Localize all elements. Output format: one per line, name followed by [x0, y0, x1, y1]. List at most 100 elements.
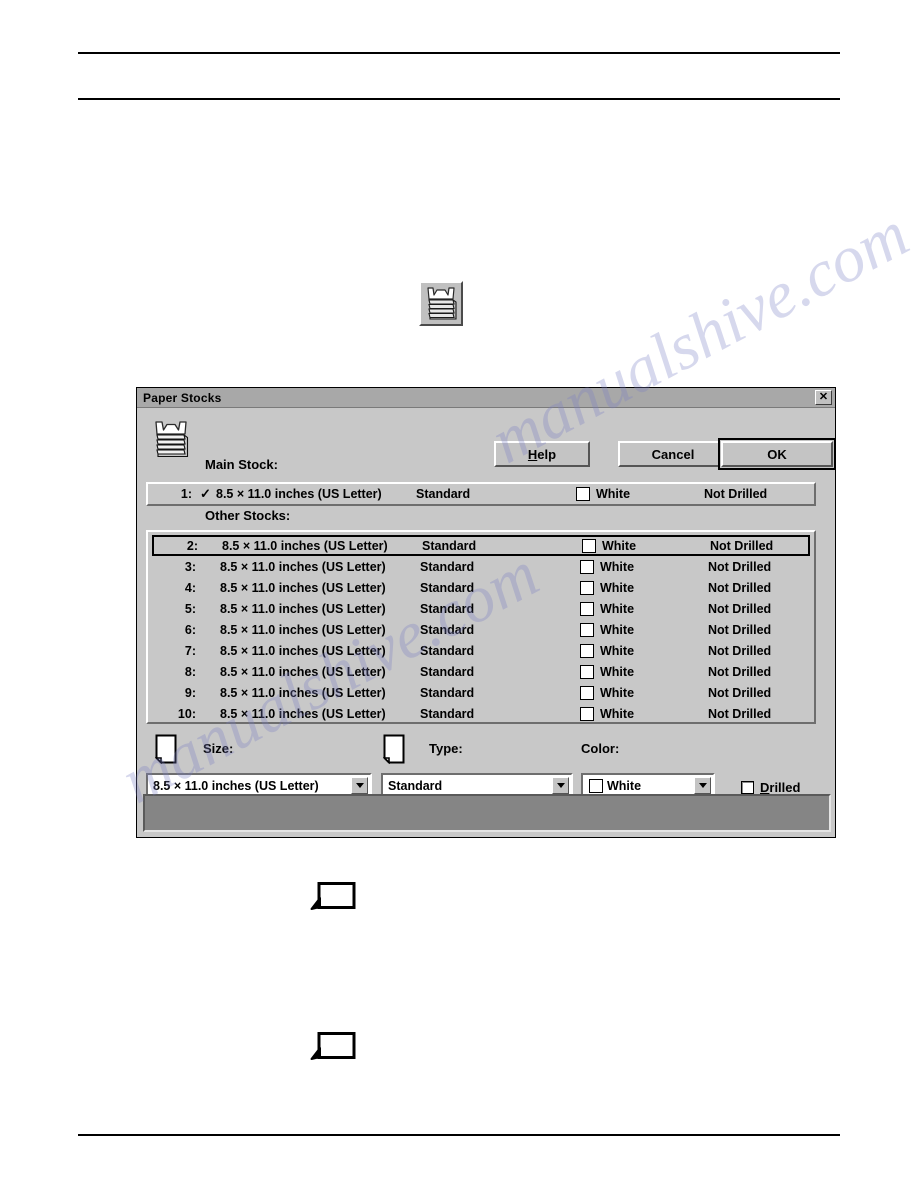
stock-number: 7: [184, 643, 196, 658]
stock-attribute-controls: Size: Type: Color: 8.5 × 11.0 inches (US… [137, 731, 835, 799]
color-swatch-icon [580, 643, 594, 658]
stock-color: White [600, 601, 635, 616]
table-row[interactable]: 7: 8.5 × 11.0 inches (US Letter) Standard W… [152, 640, 810, 661]
callout-note-1 [310, 882, 356, 912]
color-swatch-icon [580, 622, 594, 637]
main-stock-drilled: Not Drilled [704, 487, 768, 501]
table-row[interactable]: 6: 8.5 × 11.0 inches (US Letter) Standard W… [152, 619, 810, 640]
color-combobox-value: White [607, 778, 642, 793]
dialog-titlebar[interactable]: Paper Stocks ✕ [137, 388, 835, 408]
header-rule-bottom [78, 98, 840, 100]
stock-drilled: Not Drilled [708, 580, 772, 595]
stock-drilled: Not Drilled [708, 643, 772, 658]
stock-number: 8: [184, 664, 196, 679]
table-row[interactable]: 8: 8.5 × 11.0 inches (US Letter) Standard W… [152, 661, 810, 682]
stock-drilled: Not Drilled [708, 559, 772, 574]
stock-drilled: Not Drilled [708, 622, 772, 637]
main-stock-number: 1: [180, 487, 192, 501]
stock-size: 8.5 × 11.0 inches (US Letter) [220, 685, 386, 700]
stock-color: White [600, 664, 635, 679]
help-button-label: Help [527, 446, 557, 462]
table-row[interactable]: 2: 8.5 × 11.0 inches (US Letter) Standard W… [152, 535, 810, 556]
chevron-down-icon[interactable] [351, 777, 368, 794]
callout-note-2 [310, 1032, 356, 1062]
color-swatch-icon [580, 580, 594, 595]
paper-stocks-dialog: Paper Stocks ✕ Main Stock: Help Cancel O… [136, 387, 836, 838]
stock-drilled: Not Drilled [708, 685, 772, 700]
stock-number: 5: [184, 601, 196, 616]
dialog-body: Main Stock: Help Cancel OK 1: ✓ 8.5 × 11… [137, 408, 836, 837]
color-swatch-icon [580, 664, 594, 679]
chevron-down-icon[interactable] [694, 777, 711, 794]
stock-type: Standard [420, 601, 475, 616]
ok-button-default-frame: OK [718, 438, 836, 470]
color-label: Color: [581, 741, 620, 756]
table-row[interactable]: 4: 8.5 × 11.0 inches (US Letter) Standard W… [152, 577, 810, 598]
close-icon[interactable]: ✕ [815, 390, 832, 405]
help-button[interactable]: Help [494, 441, 590, 467]
stock-color: White [600, 559, 635, 574]
stock-type: Standard [420, 622, 475, 637]
table-row[interactable]: 5: 8.5 × 11.0 inches (US Letter) Standard W… [152, 598, 810, 619]
page-size-icon [154, 734, 177, 765]
stock-drilled: Not Drilled [710, 538, 774, 553]
other-stocks-listbox[interactable]: 2: 8.5 × 11.0 inches (US Letter) Standard W… [146, 530, 816, 724]
color-swatch-icon [576, 487, 590, 501]
paper-stack-icon [153, 421, 189, 459]
table-row[interactable]: 9: 8.5 × 11.0 inches (US Letter) Standard W… [152, 682, 810, 703]
ok-button[interactable]: OK [721, 441, 833, 467]
main-stock-type: Standard [416, 487, 471, 501]
main-stock-row[interactable]: 1: ✓ 8.5 × 11.0 inches (US Letter) Stand… [146, 482, 816, 506]
stock-size: 8.5 × 11.0 inches (US Letter) [220, 580, 386, 595]
stock-number: 4: [184, 580, 196, 595]
paper-stack-icon [424, 286, 458, 321]
color-swatch-icon [580, 685, 594, 700]
stock-number: 9: [184, 685, 196, 700]
stock-drilled: Not Drilled [708, 664, 772, 679]
cancel-button[interactable]: Cancel [618, 441, 728, 467]
check-icon: ✓ [200, 486, 211, 501]
stock-color: White [600, 685, 635, 700]
main-stock-label: Main Stock: [205, 457, 278, 472]
stock-color: White [600, 706, 635, 721]
stock-size: 8.5 × 11.0 inches (US Letter) [220, 601, 386, 616]
stock-drilled: Not Drilled [708, 706, 772, 721]
paper-stocks-toolbar-button[interactable] [419, 281, 463, 326]
stock-color: White [602, 538, 637, 553]
header-rule-top [78, 52, 840, 54]
table-row[interactable]: 3: 8.5 × 11.0 inches (US Letter) Standard W… [152, 556, 810, 577]
stock-size: 8.5 × 11.0 inches (US Letter) [222, 538, 388, 553]
document-page: Paper Stocks ✕ Main Stock: Help Cancel O… [0, 0, 918, 1188]
stock-number: 6: [184, 622, 196, 637]
stock-type: Standard [422, 538, 477, 553]
color-swatch-icon [589, 778, 603, 793]
drilled-label: Drilled [760, 780, 801, 795]
stock-color: White [600, 622, 635, 637]
stock-type: Standard [420, 580, 475, 595]
dialog-title: Paper Stocks [143, 390, 222, 405]
footer-rule [78, 1134, 840, 1136]
stock-type: Standard [420, 706, 475, 721]
drilled-checkbox-group[interactable]: Drilled [741, 780, 800, 795]
stock-size: 8.5 × 11.0 inches (US Letter) [220, 559, 386, 574]
page-type-icon [382, 734, 405, 765]
stock-number: 10: [177, 706, 196, 721]
stock-type: Standard [420, 685, 475, 700]
size-combobox-value: 8.5 × 11.0 inches (US Letter) [153, 778, 319, 793]
drilled-checkbox[interactable] [741, 781, 754, 794]
main-stock-color: White [596, 487, 631, 501]
chevron-down-icon[interactable] [552, 777, 569, 794]
color-swatch-icon [580, 559, 594, 574]
stock-number: 3: [184, 559, 196, 574]
color-swatch-icon [580, 706, 594, 721]
stock-size: 8.5 × 11.0 inches (US Letter) [220, 664, 386, 679]
stock-drilled: Not Drilled [708, 601, 772, 616]
stock-size: 8.5 × 11.0 inches (US Letter) [220, 706, 386, 721]
dialog-status-strip [143, 794, 831, 832]
type-label: Type: [429, 741, 463, 756]
size-label: Size: [203, 741, 234, 756]
table-row[interactable]: 10: 8.5 × 11.0 inches (US Letter) Standard… [152, 703, 810, 724]
stock-type: Standard [420, 643, 475, 658]
type-combobox-value: Standard [388, 778, 443, 793]
stock-size: 8.5 × 11.0 inches (US Letter) [220, 643, 386, 658]
